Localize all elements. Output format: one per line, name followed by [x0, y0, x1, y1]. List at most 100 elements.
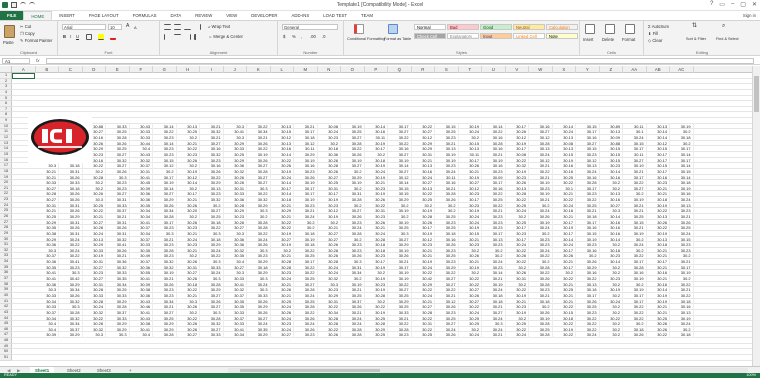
tab-view[interactable]: VIEW — [219, 11, 244, 20]
paste-button[interactable]: Paste — [3, 40, 14, 45]
align-top-icon[interactable] — [164, 24, 171, 30]
currency-button[interactable]: $ — [283, 34, 285, 39]
cell-style-explanatory[interactable]: Explanatory ... — [447, 33, 479, 39]
align-left-icon[interactable] — [164, 34, 171, 40]
format-button[interactable]: Format — [622, 37, 635, 42]
column-header[interactable]: I — [200, 66, 224, 73]
shrink-font-button[interactable]: A — [134, 25, 137, 30]
tab-developer[interactable]: DEVELOPER — [244, 11, 284, 20]
column-header[interactable]: V — [506, 66, 529, 73]
close-icon[interactable]: ✕ — [752, 1, 757, 8]
column-header[interactable]: B — [36, 66, 59, 73]
row-header[interactable]: 51 — [0, 355, 12, 361]
tab-data[interactable]: DATA — [163, 11, 188, 20]
formula-input[interactable] — [46, 58, 754, 64]
cell-style-calculation[interactable]: Calculation — [546, 24, 578, 30]
ribbon-display-icon[interactable]: ▭ — [719, 1, 725, 8]
horizontal-scroll-thumb[interactable] — [240, 369, 380, 372]
delete-button[interactable]: Delete — [602, 37, 614, 42]
align-center-icon[interactable] — [174, 34, 181, 40]
align-middle-icon[interactable] — [174, 24, 181, 30]
vertical-scroll-thumb[interactable] — [754, 76, 759, 112]
autosum-button[interactable]: Σ AutoSum — [648, 24, 669, 29]
tab-insert[interactable]: INSERT — [52, 11, 82, 20]
column-header[interactable]: L — [271, 66, 294, 73]
bold-button[interactable]: B — [63, 34, 66, 39]
clear-button[interactable]: ◇ Clear — [648, 38, 662, 43]
cut-button[interactable]: ✂ Cut — [20, 24, 31, 29]
format-as-table-button[interactable]: Format as Table — [384, 37, 411, 42]
insert-cells-icon[interactable] — [585, 24, 595, 34]
format-painter-button[interactable]: ✎ Format Painter — [20, 38, 52, 43]
cell-grid[interactable]: 30.2230.2330.8830.3330.4330.1430.1330.21… — [12, 73, 752, 366]
cell-style-good[interactable]: Good — [480, 24, 512, 30]
insert-button[interactable]: Insert — [583, 37, 593, 42]
help-icon[interactable]: ? — [710, 1, 713, 8]
cell-style-check-cell[interactable]: Check Cell — [414, 33, 446, 39]
column-header[interactable]: Z — [600, 66, 623, 73]
wrap-text-button[interactable]: ⤶ Wrap Text — [208, 24, 230, 29]
column-header[interactable]: J — [224, 66, 247, 73]
insert-function-icon[interactable]: fx — [36, 58, 40, 63]
align-right-icon[interactable] — [184, 34, 191, 40]
font-color-icon[interactable] — [110, 34, 116, 40]
column-header[interactable]: G — [153, 66, 177, 73]
column-header[interactable]: R — [412, 66, 435, 73]
select-all-corner[interactable] — [0, 66, 12, 73]
column-header[interactable]: AB — [647, 66, 670, 73]
column-header[interactable]: Q — [388, 66, 412, 73]
decrease-decimal-button[interactable]: .0 — [322, 34, 326, 39]
zoom-level[interactable]: 100% — [746, 373, 756, 378]
fill-color-icon[interactable] — [98, 34, 104, 40]
find-select-button[interactable]: Find & Select — [716, 37, 739, 42]
copy-button[interactable]: ❐ Copy — [20, 31, 35, 36]
italic-button[interactable]: I — [70, 34, 71, 39]
column-header[interactable]: M — [294, 66, 318, 73]
column-header[interactable]: H — [177, 66, 200, 73]
font-size-select[interactable]: 10 — [108, 24, 122, 30]
orientation-icon[interactable] — [194, 24, 201, 30]
indent-icon[interactable] — [194, 34, 201, 40]
name-box[interactable]: A1 — [2, 58, 30, 64]
column-header[interactable]: W — [529, 66, 553, 73]
column-header[interactable]: AC — [670, 66, 694, 73]
font-name-select[interactable]: Arial — [62, 24, 106, 30]
tab-team[interactable]: TEAM — [354, 11, 380, 20]
grow-font-button[interactable]: A — [126, 24, 129, 29]
sort-filter-button[interactable]: Sort & Filter — [686, 37, 706, 42]
fill-button[interactable]: ⬇ Fill — [648, 31, 658, 36]
paste-icon[interactable] — [4, 25, 15, 38]
column-header[interactable]: F — [130, 66, 153, 73]
delete-cells-icon[interactable] — [605, 24, 615, 34]
column-header[interactable]: X — [553, 66, 576, 73]
column-header[interactable]: E — [106, 66, 130, 73]
conditional-formatting-icon[interactable] — [354, 24, 364, 34]
maximize-icon[interactable]: ▢ — [740, 1, 746, 8]
cell-style-linked-cell[interactable]: Linked Cell — [513, 33, 545, 39]
format-cells-icon[interactable] — [625, 24, 635, 34]
merge-center-button[interactable]: ⇔ Merge & Center — [208, 34, 243, 39]
minimize-icon[interactable]: – — [731, 1, 734, 8]
tab-load-test[interactable]: LOAD TEST — [316, 11, 354, 20]
increase-decimal-button[interactable]: .00 — [310, 34, 316, 39]
format-as-table-icon[interactable] — [388, 24, 398, 34]
tab-formulas[interactable]: FORMULAS — [126, 11, 164, 20]
find-select-icon[interactable]: ⌕ — [722, 23, 725, 29]
tab-file[interactable]: FILE — [0, 11, 24, 20]
vertical-scrollbar[interactable] — [752, 66, 760, 366]
sort-filter-icon[interactable]: ⇅ — [692, 23, 697, 29]
column-header[interactable]: D — [83, 66, 106, 73]
align-bottom-icon[interactable] — [184, 24, 191, 30]
sign-in-link[interactable]: Sign in — [743, 11, 756, 20]
column-header[interactable]: C — [59, 66, 83, 73]
number-format-select[interactable]: General — [282, 24, 338, 30]
cell-style-neutral[interactable]: Neutral — [513, 24, 545, 30]
column-header[interactable]: K — [247, 66, 271, 73]
column-header[interactable]: O — [341, 66, 365, 73]
column-header[interactable]: T — [459, 66, 482, 73]
cell-style-normal[interactable]: Normal — [414, 24, 446, 30]
column-header[interactable]: AA — [623, 66, 647, 73]
column-header[interactable]: Y — [576, 66, 600, 73]
tab-add-ins[interactable]: ADD-INS — [285, 11, 317, 20]
column-header[interactable]: N — [318, 66, 341, 73]
